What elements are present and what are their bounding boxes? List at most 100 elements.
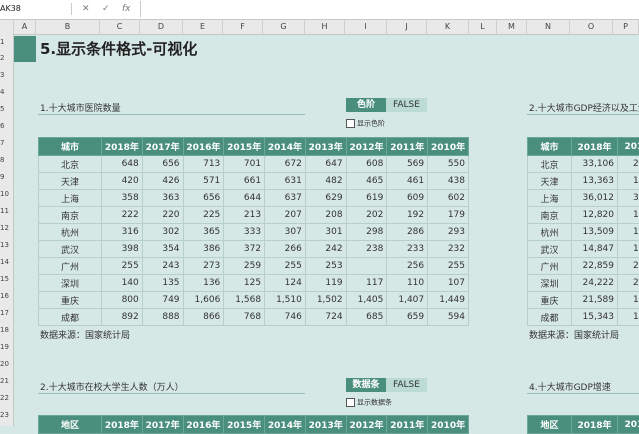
- value-cell[interactable]: 220: [142, 207, 183, 224]
- value-cell[interactable]: 307: [265, 224, 306, 241]
- value-cell[interactable]: 420: [102, 173, 143, 190]
- column-header[interactable]: E: [183, 20, 223, 34]
- value-cell[interactable]: 233: [387, 241, 428, 258]
- row-header[interactable]: 13: [0, 241, 13, 249]
- fx-icon[interactable]: fx: [122, 2, 131, 16]
- value-cell[interactable]: 12,820: [572, 207, 618, 224]
- value-cell[interactable]: 713: [183, 156, 224, 173]
- row-header[interactable]: 19: [0, 343, 13, 351]
- value-cell[interactable]: 33,106: [572, 156, 618, 173]
- value-cell[interactable]: 372: [224, 241, 265, 258]
- value-cell[interactable]: 608: [346, 156, 387, 173]
- value-cell[interactable]: 619: [346, 190, 387, 207]
- value-cell[interactable]: 213: [224, 207, 265, 224]
- value-cell[interactable]: 124: [265, 275, 306, 292]
- value-cell[interactable]: 30,6: [618, 190, 639, 207]
- row-header[interactable]: 6: [0, 122, 13, 130]
- value-cell[interactable]: 656: [183, 190, 224, 207]
- city-cell[interactable]: 成都: [528, 309, 572, 326]
- value-cell[interactable]: 1,407: [387, 292, 428, 309]
- value-cell[interactable]: 298: [346, 224, 387, 241]
- value-cell[interactable]: 110: [387, 275, 428, 292]
- row-header[interactable]: 1: [0, 38, 13, 46]
- row-header[interactable]: 22: [0, 394, 13, 402]
- value-cell[interactable]: 19,4: [618, 292, 639, 309]
- value-cell[interactable]: 238: [346, 241, 387, 258]
- value-cell[interactable]: 550: [428, 156, 469, 173]
- value-cell[interactable]: 125: [224, 275, 265, 292]
- value-cell[interactable]: 13,8: [618, 309, 639, 326]
- value-cell[interactable]: 293: [428, 224, 469, 241]
- value-cell[interactable]: 482: [305, 173, 346, 190]
- city-cell[interactable]: 重庆: [39, 292, 102, 309]
- value-cell[interactable]: 629: [305, 190, 346, 207]
- city-cell[interactable]: 重庆: [528, 292, 572, 309]
- value-cell[interactable]: 363: [142, 190, 183, 207]
- column-header[interactable]: A: [14, 20, 36, 34]
- city-cell[interactable]: 南京: [39, 207, 102, 224]
- value-cell[interactable]: 609: [387, 190, 428, 207]
- value-cell[interactable]: 1,502: [305, 292, 346, 309]
- row-header[interactable]: 4: [0, 88, 13, 96]
- value-cell[interactable]: 333: [224, 224, 265, 241]
- value-cell[interactable]: 1,449: [428, 292, 469, 309]
- value-cell[interactable]: 253: [305, 258, 346, 275]
- row-header[interactable]: 17: [0, 309, 13, 317]
- value-cell[interactable]: 135: [142, 275, 183, 292]
- value-cell[interactable]: 644: [224, 190, 265, 207]
- value-cell[interactable]: 14,847: [572, 241, 618, 258]
- column-header[interactable]: B: [36, 20, 100, 34]
- value-cell[interactable]: 724: [305, 309, 346, 326]
- value-cell[interactable]: 746: [265, 309, 306, 326]
- column-header[interactable]: M: [497, 20, 527, 34]
- column-header[interactable]: J: [387, 20, 427, 34]
- value-cell[interactable]: 569: [387, 156, 428, 173]
- value-cell[interactable]: 22,859: [572, 258, 618, 275]
- value-cell[interactable]: 301: [305, 224, 346, 241]
- value-cell[interactable]: [346, 258, 387, 275]
- column-header[interactable]: G: [263, 20, 305, 34]
- value-cell[interactable]: 208: [305, 207, 346, 224]
- value-cell[interactable]: 255: [265, 258, 306, 275]
- value-cell[interactable]: 107: [428, 275, 469, 292]
- color-scale-toggle-on[interactable]: 色阶: [346, 98, 386, 112]
- city-cell[interactable]: 上海: [528, 190, 572, 207]
- city-cell[interactable]: 武汉: [528, 241, 572, 258]
- value-cell[interactable]: 140: [102, 275, 143, 292]
- name-box[interactable]: AK38: [0, 1, 68, 17]
- row-header[interactable]: 15: [0, 275, 13, 283]
- value-cell[interactable]: 28,0: [618, 156, 639, 173]
- value-cell[interactable]: 426: [142, 173, 183, 190]
- select-all-corner[interactable]: [0, 20, 14, 34]
- column-header[interactable]: C: [100, 20, 140, 34]
- value-cell[interactable]: 286: [387, 224, 428, 241]
- city-cell[interactable]: 武汉: [39, 241, 102, 258]
- row-header[interactable]: 11: [0, 207, 13, 215]
- value-cell[interactable]: 631: [265, 173, 306, 190]
- value-cell[interactable]: 866: [183, 309, 224, 326]
- value-cell[interactable]: 11,7: [618, 207, 639, 224]
- value-cell[interactable]: 273: [183, 258, 224, 275]
- cancel-icon[interactable]: ✕: [82, 2, 90, 16]
- column-header[interactable]: I: [345, 20, 387, 34]
- value-cell[interactable]: 1,606: [183, 292, 224, 309]
- row-header[interactable]: 7: [0, 139, 13, 147]
- value-cell[interactable]: 465: [346, 173, 387, 190]
- value-cell[interactable]: 594: [428, 309, 469, 326]
- row-header[interactable]: 5: [0, 105, 13, 113]
- city-cell[interactable]: 南京: [528, 207, 572, 224]
- city-cell[interactable]: 杭州: [528, 224, 572, 241]
- row-header[interactable]: 16: [0, 292, 13, 300]
- city-cell[interactable]: 天津: [39, 173, 102, 190]
- row-header[interactable]: 10: [0, 190, 13, 198]
- value-cell[interactable]: 242: [305, 241, 346, 258]
- row-header[interactable]: 12: [0, 224, 13, 232]
- value-cell[interactable]: 36,012: [572, 190, 618, 207]
- column-header[interactable]: P: [613, 20, 639, 34]
- formula-input[interactable]: [140, 1, 639, 17]
- city-cell[interactable]: 深圳: [528, 275, 572, 292]
- column-header[interactable]: N: [527, 20, 570, 34]
- value-cell[interactable]: 685: [346, 309, 387, 326]
- value-cell[interactable]: 888: [142, 309, 183, 326]
- row-header[interactable]: 21: [0, 377, 13, 385]
